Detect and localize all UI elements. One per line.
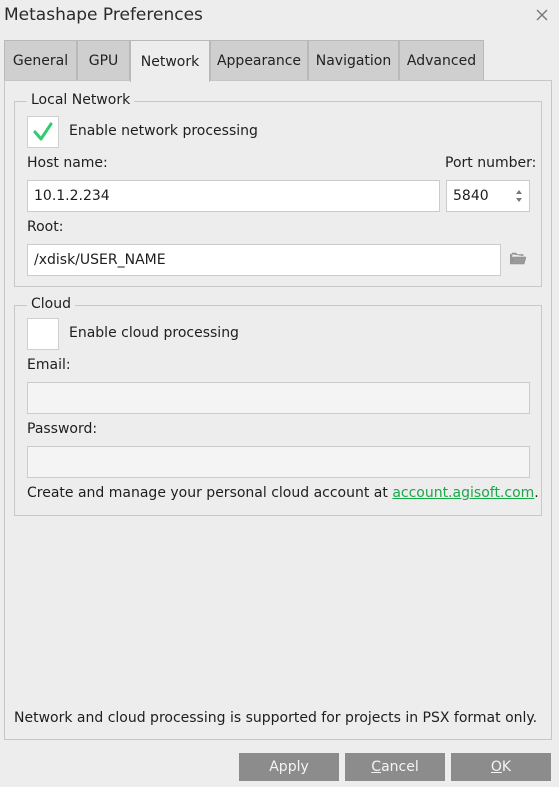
tab-network[interactable]: Network [130, 40, 210, 82]
close-icon [536, 9, 548, 21]
tab-label: Advanced [406, 53, 477, 69]
local-network-title: Local Network [27, 92, 135, 108]
root-label: Root: [27, 219, 64, 235]
cloud-account-text: Create and manage your personal cloud ac… [27, 485, 539, 501]
local-network-group: Local Network Enable network processing … [14, 92, 542, 287]
footer-note: Network and cloud processing is supporte… [14, 710, 538, 726]
close-button[interactable] [532, 4, 552, 26]
email-field[interactable] [27, 382, 530, 414]
apply-button[interactable]: Apply [239, 753, 339, 781]
cloud-account-suffix: . [534, 485, 539, 501]
password-field[interactable] [27, 446, 530, 478]
folder-icon[interactable] [510, 252, 526, 265]
host-name-input[interactable]: 10.1.2.234 [27, 180, 440, 212]
window-title: Metashape Preferences [4, 5, 203, 25]
host-name-label: Host name: [27, 155, 108, 171]
tab-gpu[interactable]: GPU [77, 40, 130, 81]
tab-navigation[interactable]: Navigation [308, 40, 399, 81]
port-number-label: Port number: [445, 155, 537, 171]
enable-network-checkbox[interactable] [27, 116, 59, 148]
cancel-label: Cancel [371, 759, 418, 775]
ok-rest: K [501, 759, 512, 775]
cloud-title: Cloud [27, 296, 75, 312]
tab-advanced[interactable]: Advanced [399, 40, 484, 81]
apply-label: Apply [269, 759, 309, 775]
enable-network-label: Enable network processing [69, 123, 258, 139]
tab-label: Appearance [216, 53, 302, 69]
root-path-value: /xdisk/USER_NAME [34, 252, 166, 268]
ok-button[interactable]: OK [451, 753, 551, 781]
tab-label: General [12, 53, 69, 69]
tab-general[interactable]: General [4, 40, 77, 81]
ok-mnemonic: O [490, 759, 502, 775]
cloud-group: Cloud Enable cloud processing Email: Pas… [14, 296, 542, 516]
tab-label: Navigation [315, 53, 392, 69]
password-label: Password: [27, 421, 98, 437]
enable-cloud-checkbox[interactable] [27, 318, 59, 350]
port-number-spinbox[interactable]: 5840 [446, 180, 530, 212]
cancel-rest: ancel [381, 759, 419, 775]
host-name-value: 10.1.2.234 [34, 188, 110, 204]
ok-label: OK [491, 759, 511, 775]
checkmark-icon [33, 122, 53, 141]
cloud-account-prefix: Create and manage your personal cloud ac… [27, 485, 393, 501]
spin-arrows-icon[interactable] [515, 189, 523, 203]
cancel-button[interactable]: Cancel [345, 753, 445, 781]
network-tab-panel: Local Network Enable network processing … [4, 80, 552, 740]
tab-label: Network [140, 53, 200, 70]
email-label: Email: [27, 357, 71, 373]
tab-label: GPU [88, 53, 119, 69]
root-path-input[interactable]: /xdisk/USER_NAME [27, 244, 501, 276]
enable-cloud-label: Enable cloud processing [69, 325, 239, 341]
tab-appearance[interactable]: Appearance [210, 40, 308, 81]
cloud-account-link[interactable]: account.agisoft.com [392, 485, 534, 501]
cancel-mnemonic: C [371, 759, 382, 775]
port-number-value: 5840 [453, 188, 489, 204]
